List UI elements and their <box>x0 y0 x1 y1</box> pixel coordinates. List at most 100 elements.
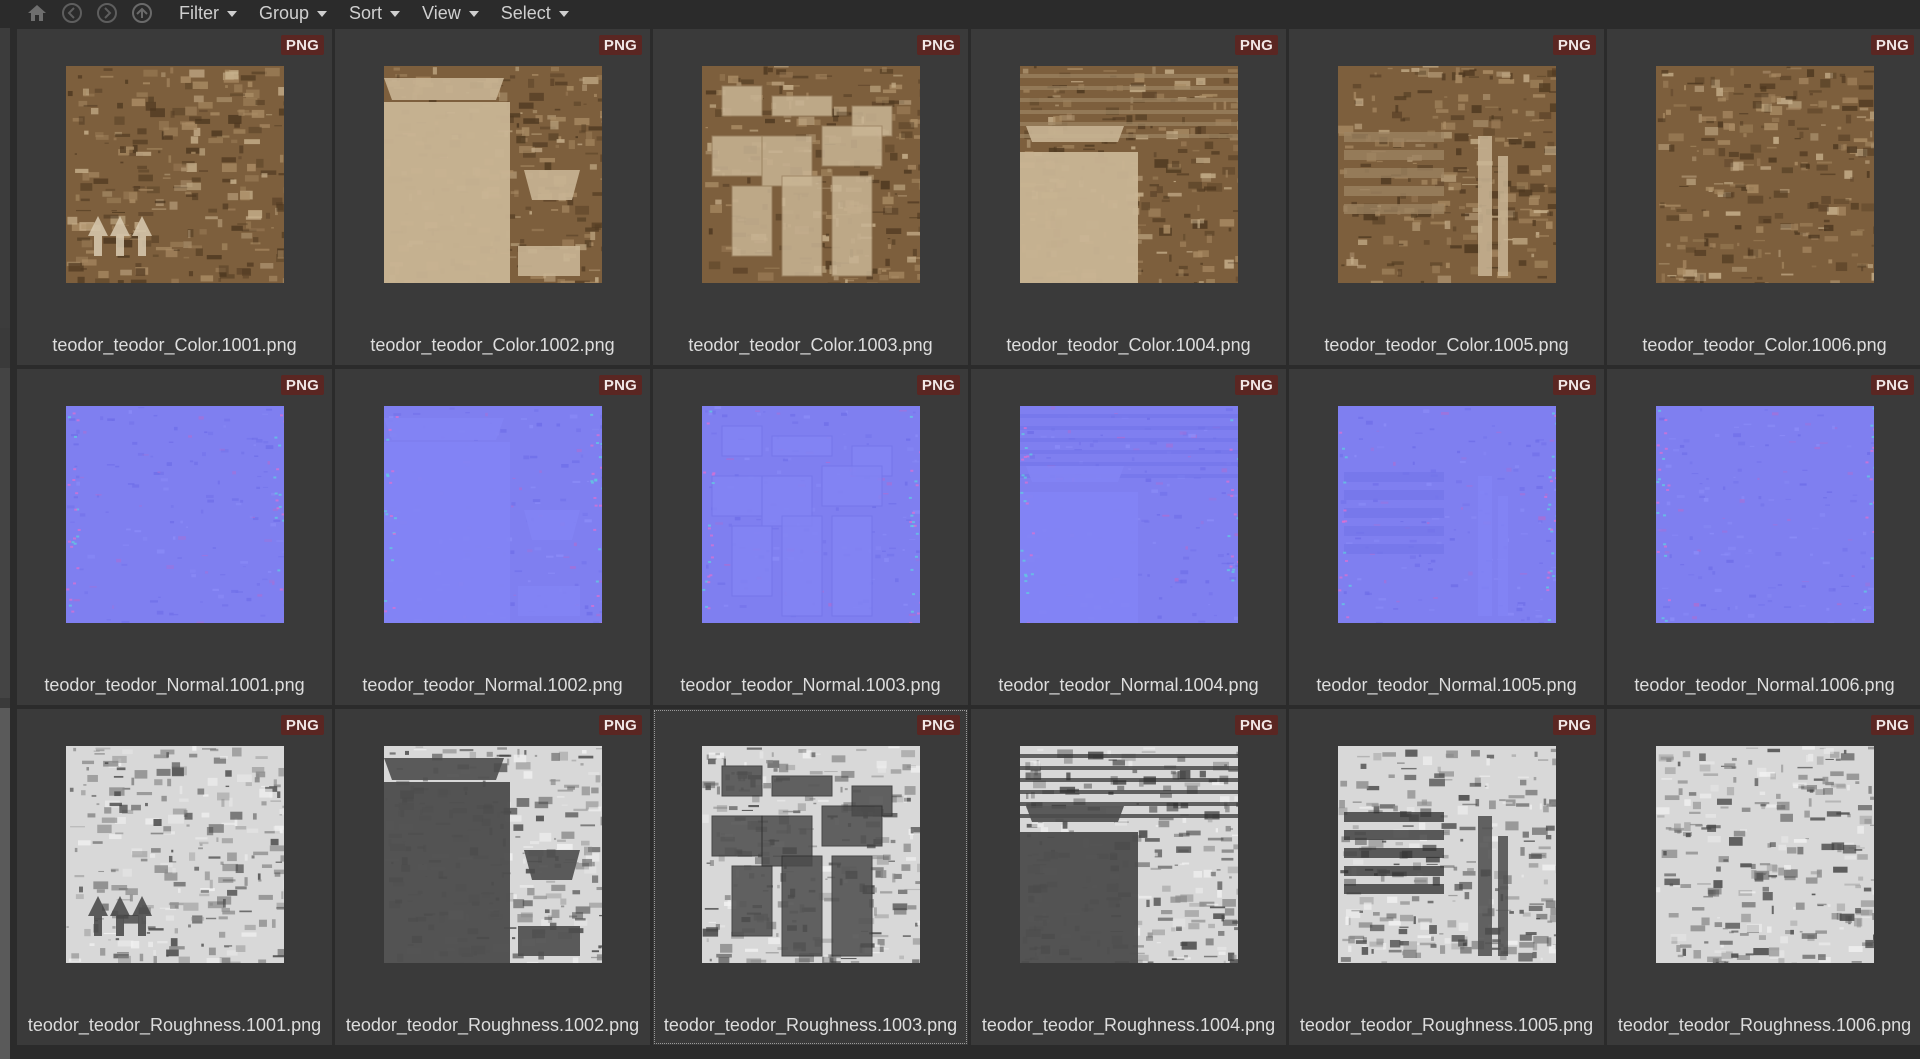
file-name-label: teodor_teodor_Roughness.1002.png <box>345 1015 640 1035</box>
file-name-label: teodor_teodor_Color.1003.png <box>688 335 933 355</box>
normal-map-preview <box>383 406 602 623</box>
texture-thumbnail <box>701 406 920 623</box>
texture-thumbnail <box>1337 66 1556 283</box>
file-name-label: teodor_teodor_Color.1002.png <box>370 335 615 355</box>
file-name-label: teodor_teodor_Color.1005.png <box>1324 335 1569 355</box>
select-menu[interactable]: Select <box>501 3 569 24</box>
texture-thumbnail <box>1655 66 1874 283</box>
filter-menu-label: Filter <box>179 2 219 23</box>
back-icon[interactable] <box>59 2 85 24</box>
file-tile[interactable]: PNG teodor_teodor_Normal.1001.png <box>17 369 332 705</box>
file-type-badge: PNG <box>1552 715 1596 735</box>
file-name-label: teodor_teodor_Normal.1006.png <box>1634 675 1895 695</box>
file-grid: PNG teodor_teodor_Color.1001.png PNG teodor… <box>17 29 1920 1059</box>
forward-icon[interactable] <box>94 2 120 24</box>
roughness-map-preview <box>701 746 920 963</box>
file-name-label: teodor_teodor_Roughness.1006.png <box>1617 1015 1912 1035</box>
file-tile[interactable]: PNG teodor_teodor_Color.1003.png <box>653 29 968 365</box>
file-tile[interactable]: PNG teodor_teodor_Color.1006.png <box>1607 29 1920 365</box>
file-tile[interactable]: PNG teodor_teodor_Normal.1005.png <box>1289 369 1604 705</box>
group-menu-label: Group <box>259 2 310 23</box>
chevron-down-icon <box>558 11 569 17</box>
file-type-badge: PNG <box>1870 715 1914 735</box>
file-tile[interactable]: PNG teodor_teodor_Normal.1003.png <box>653 369 968 705</box>
select-menu-label: Select <box>500 2 551 23</box>
texture-thumbnail <box>1019 66 1238 283</box>
normal-map-preview <box>701 406 920 623</box>
menu-bar: Filter Group Sort View Select <box>179 3 591 24</box>
home-icon[interactable] <box>24 2 50 24</box>
file-type-badge: PNG <box>1870 35 1914 55</box>
texture-thumbnail <box>1655 746 1874 963</box>
file-name-label: teodor_teodor_Roughness.1001.png <box>27 1015 322 1035</box>
file-tile[interactable]: PNG teodor_teodor_Roughness.1004.png <box>971 709 1286 1045</box>
file-tile[interactable]: PNG teodor_teodor_Roughness.1005.png <box>1289 709 1604 1045</box>
file-type-badge: PNG <box>1552 375 1596 395</box>
file-tile[interactable]: PNG teodor_teodor_Roughness.1001.png <box>17 709 332 1045</box>
texture-thumbnail <box>65 66 284 283</box>
file-tile[interactable]: PNG teodor_teodor_Normal.1004.png <box>971 369 1286 705</box>
view-menu[interactable]: View <box>422 3 479 24</box>
texture-thumbnail <box>383 66 602 283</box>
file-tile[interactable]: PNG teodor_teodor_Color.1004.png <box>971 29 1286 365</box>
file-type-badge: PNG <box>1234 35 1278 55</box>
file-type-badge: PNG <box>916 375 960 395</box>
texture-thumbnail <box>1337 406 1556 623</box>
file-name-label: teodor_teodor_Normal.1001.png <box>44 675 305 695</box>
file-tile[interactable]: PNG teodor_teodor_Color.1001.png <box>17 29 332 365</box>
normal-map-preview <box>1337 406 1556 623</box>
up-icon[interactable] <box>129 2 155 24</box>
texture-thumbnail <box>701 746 920 963</box>
texture-thumbnail <box>1337 746 1556 963</box>
roughness-map-preview <box>1655 746 1874 963</box>
view-menu-label: View <box>422 2 461 23</box>
sort-menu[interactable]: Sort <box>349 2 401 24</box>
color-map-preview <box>65 66 284 283</box>
sort-menu-label: Sort <box>349 2 383 23</box>
file-type-badge: PNG <box>598 715 642 735</box>
file-tile[interactable]: PNG teodor_teodor_Normal.1006.png <box>1607 369 1920 705</box>
file-type-badge: PNG <box>1234 375 1278 395</box>
file-type-badge: PNG <box>1870 375 1914 395</box>
roughness-map-preview <box>1337 746 1556 963</box>
file-tile[interactable]: PNG teodor_teodor_Color.1005.png <box>1289 29 1604 365</box>
file-type-badge: PNG <box>598 35 642 55</box>
normal-map-preview <box>1019 406 1238 623</box>
color-map-preview <box>1019 66 1238 283</box>
file-name-label: teodor_teodor_Roughness.1003.png <box>663 1015 958 1035</box>
filter-menu[interactable]: Filter <box>179 3 237 24</box>
color-map-preview <box>701 66 920 283</box>
roughness-map-preview <box>383 746 602 963</box>
chevron-down-icon <box>390 11 401 17</box>
chevron-down-icon <box>468 11 479 17</box>
left-panel-edge <box>0 28 10 1059</box>
file-name-label: teodor_teodor_Roughness.1004.png <box>981 1015 1276 1035</box>
file-type-badge: PNG <box>916 35 960 55</box>
texture-thumbnail <box>65 406 284 623</box>
file-name-label: teodor_teodor_Normal.1004.png <box>998 675 1259 695</box>
file-name-label: teodor_teodor_Color.1004.png <box>1006 335 1251 355</box>
toolbar: Filter Group Sort View Select <box>0 0 1920 26</box>
texture-thumbnail <box>1019 746 1238 963</box>
file-tile[interactable]: PNG teodor_teodor_Roughness.1006.png <box>1607 709 1920 1045</box>
texture-thumbnail <box>701 66 920 283</box>
normal-map-preview <box>1655 406 1874 623</box>
file-name-label: teodor_teodor_Normal.1005.png <box>1316 675 1577 695</box>
chevron-down-icon <box>227 11 237 17</box>
file-tile[interactable]: PNG teodor_teodor_Color.1002.png <box>335 29 650 365</box>
color-map-preview <box>383 66 602 283</box>
file-type-badge: PNG <box>280 715 324 735</box>
file-tile[interactable]: PNG teodor_teodor_Roughness.1002.png <box>335 709 650 1045</box>
color-map-preview <box>1337 66 1556 283</box>
roughness-map-preview <box>65 746 284 963</box>
file-type-badge: PNG <box>280 35 324 55</box>
file-type-badge: PNG <box>916 715 960 735</box>
file-type-badge: PNG <box>280 375 324 395</box>
file-name-label: teodor_teodor_Normal.1002.png <box>362 675 623 695</box>
group-menu[interactable]: Group <box>259 2 328 24</box>
file-tile[interactable]: PNG teodor_teodor_Normal.1002.png <box>335 369 650 705</box>
texture-thumbnail <box>383 746 602 963</box>
file-tile[interactable]: PNG teodor_teodor_Roughness.1003.png <box>653 709 968 1045</box>
texture-thumbnail <box>1655 406 1874 623</box>
roughness-map-preview <box>1019 746 1238 963</box>
